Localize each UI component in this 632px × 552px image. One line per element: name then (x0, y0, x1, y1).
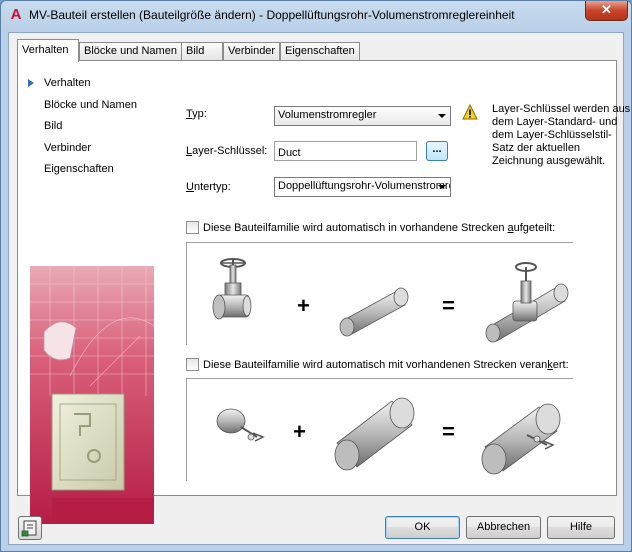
typ-dropdown[interactable]: Volumenstromregler (274, 106, 451, 126)
anchor-option-row[interactable]: Diese Bauteilfamilie wird automatisch mi… (186, 358, 569, 371)
large-pipe-icon (334, 397, 415, 471)
cancel-button[interactable]: Abbrechen (466, 516, 541, 539)
tab-bloecke-und-namen[interactable]: Blöcke und Namen (79, 42, 182, 61)
typ-label: Typ: (186, 108, 207, 120)
dialog-window: A MV-Bauteil erstellen (Bauteilgröße änd… (0, 0, 632, 552)
layer-browse-button[interactable]: ... (426, 141, 448, 161)
chevron-down-icon (438, 114, 446, 118)
split-option-row[interactable]: Diese Bauteilfamilie wird automatisch in… (186, 221, 555, 234)
tab-verbinder[interactable]: Verbinder (223, 42, 280, 61)
help-context-button[interactable] (18, 516, 42, 540)
split-label: Diese Bauteilfamilie wird automatisch in… (203, 222, 508, 234)
decorative-side-image (30, 266, 154, 524)
help-button[interactable]: Hilfe (547, 516, 615, 539)
untertyp-label-text-rest: ntertyp: (193, 181, 231, 193)
anchor-label: Diese Bauteilfamilie wird automatisch mi… (203, 359, 548, 371)
nav-item-verhalten[interactable]: Verhalten (26, 73, 166, 95)
nav-item-bloecke-und-namen[interactable]: Blöcke und Namen (26, 95, 166, 117)
layer-schluessel-label: Layer-Schlüssel: (186, 145, 267, 157)
plus-sign: + (293, 419, 306, 444)
untertyp-label-mnemonic: U (186, 181, 194, 193)
split-illustration: + = (186, 242, 573, 345)
equals-sign: = (442, 293, 455, 318)
plus-sign: + (297, 293, 310, 318)
close-button[interactable]: ✕ (585, 1, 628, 21)
nav-item-bild[interactable]: Bild (26, 116, 166, 138)
nav-item-label: Blöcke und Namen (44, 98, 137, 111)
layer-label-text-rest: ayer-Schlüssel: (192, 145, 268, 157)
pipe-with-valve-icon (485, 262, 569, 343)
equals-sign: = (442, 419, 455, 444)
dialog-client: Verhalten Blöcke und Namen Bild Verbinde… (8, 32, 630, 545)
damper-disc-icon (216, 408, 265, 442)
tab-panel-verhalten: Verhalten Blöcke und Namen Bild Verbinde… (17, 60, 630, 524)
layer-schluessel-input[interactable] (274, 141, 417, 161)
pipe-icon (339, 287, 409, 337)
typ-label-text-rest: yp: (192, 108, 207, 120)
split-checkbox[interactable] (186, 221, 199, 234)
anchor-illustration: + = (186, 378, 573, 481)
book-help-icon (21, 520, 37, 537)
nav-item-label: Eigenschaften (44, 163, 114, 175)
nav-item-label: Verhalten (44, 77, 91, 89)
nav-item-label: Verbinder (44, 141, 92, 154)
typ-selected-value: Volumenstromregler (278, 109, 377, 121)
step-navigation: Verhalten Blöcke und Namen Bild Verbinde… (26, 73, 166, 181)
autocad-a-icon[interactable]: A (8, 7, 24, 23)
split-label-rest: ufgeteilt: (513, 222, 556, 234)
current-step-arrow-icon (28, 79, 34, 87)
anchor-checkbox[interactable] (186, 358, 199, 371)
layer-key-info-text: Layer-Schlüssel werden aus dem Layer-Sta… (492, 103, 631, 167)
window-title: MV-Bauteil erstellen (Bauteilgröße änder… (29, 8, 515, 22)
nav-item-verbinder[interactable]: Verbinder (26, 138, 166, 160)
tab-eigenschaften[interactable]: Eigenschaften (280, 42, 360, 61)
nav-item-eigenschaften[interactable]: Eigenschaften (26, 159, 166, 181)
tab-bild[interactable]: Bild (181, 42, 223, 61)
untertyp-dropdown[interactable]: Doppellüftungsrohr-Volumenstromregler (274, 177, 451, 197)
pipe-with-damper-icon (481, 403, 561, 475)
valve-icon (212, 258, 252, 320)
nav-item-label: Bild (44, 120, 63, 132)
title-bar[interactable]: A MV-Bauteil erstellen (Bauteilgröße änd… (1, 1, 631, 33)
tab-verhalten[interactable]: Verhalten (17, 39, 79, 62)
warning-icon (462, 104, 478, 120)
ok-button[interactable]: OK (385, 516, 460, 539)
anchor-label-rest: ert: (552, 359, 569, 371)
untertyp-selected-value: Doppellüftungsrohr-Volumenstromregler (278, 180, 450, 192)
untertyp-label: Untertyp: (186, 181, 231, 193)
chevron-down-icon (438, 185, 446, 189)
